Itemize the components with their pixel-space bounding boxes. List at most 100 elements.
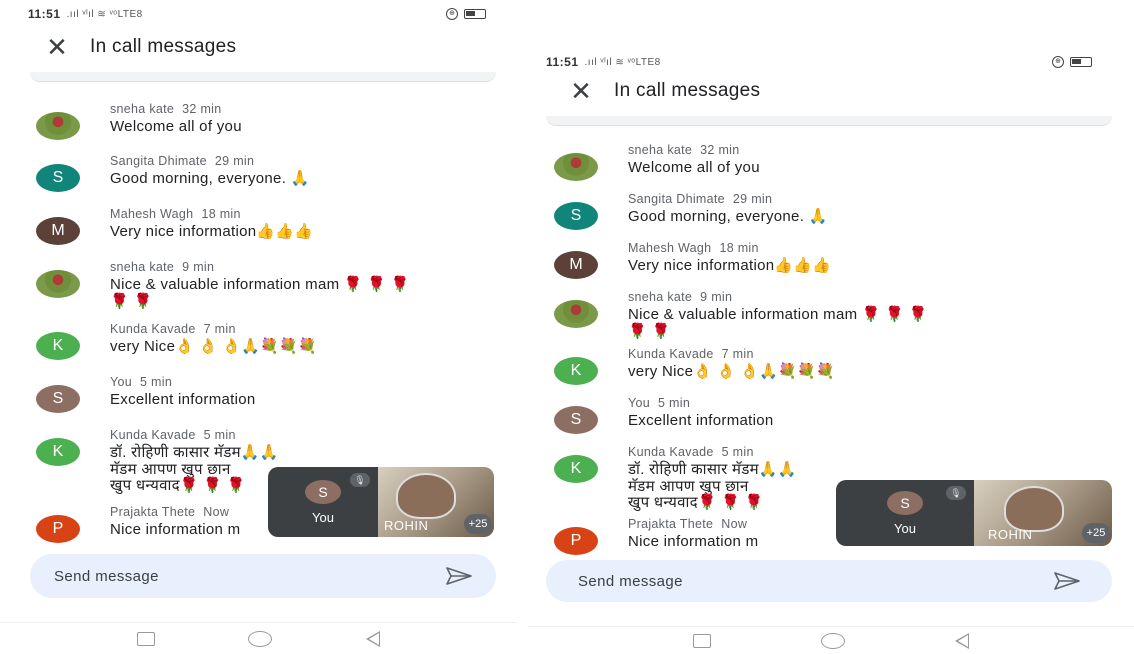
message-meta: Kunda Kavade 7 min xyxy=(110,322,317,336)
status-icons: ⊕ xyxy=(446,8,486,20)
pip-tiles[interactable]: 🎙 S You ROHIN +25 xyxy=(268,467,494,537)
avatar xyxy=(554,300,598,328)
sender-name: sneha kate xyxy=(110,102,175,116)
pip-self-label: You xyxy=(894,520,916,536)
left-screenshot: 11:51 .ııl ᵛˡıl ≋ ᵛᵒLTE8 ⊕ ✕ In call mes… xyxy=(0,0,517,654)
back-icon[interactable] xyxy=(955,632,969,649)
message-time: 9 min xyxy=(182,260,215,274)
message-meta: Sangita Dhimate 29 min xyxy=(628,192,828,206)
list-item: S You 5 min Excellent information xyxy=(36,375,256,413)
message-input[interactable] xyxy=(578,572,1054,590)
list-item: sneha kate 32 min Welcome all of you xyxy=(36,102,242,140)
list-item: S Sangita Dhimate 29 min Good morning, ever… xyxy=(36,154,310,192)
home-icon[interactable] xyxy=(248,630,273,647)
list-item: K Kunda Kavade 5 min डॉ. रोहिणी कासार मॅडम🙏… xyxy=(554,445,797,512)
right-screenshot: 11:51 .ııl ᵛˡıl ≋ ᵛᵒLTE8 ⊕ ✕ In call mes… xyxy=(528,30,1134,654)
message-text: Nice & valuable information mam 🌹 🌹 🌹 🌹 … xyxy=(110,276,410,310)
message-body: Prajakta Thete Now Nice information m xyxy=(628,517,758,551)
send-icon[interactable] xyxy=(1054,572,1080,590)
home-icon[interactable] xyxy=(821,632,845,649)
message-meta: Kunda Kavade 5 min xyxy=(110,428,279,442)
avatar xyxy=(36,270,80,298)
message-text: डॉ. रोहिणी कासार मॅडम🙏🙏 मॅडम आपण खुप छान… xyxy=(628,461,797,511)
sender-name: Mahesh Wagh xyxy=(110,207,194,221)
participant-count-badge[interactable]: +25 xyxy=(1082,523,1110,543)
message-body: Sangita Dhimate 29 min Good morning, every… xyxy=(628,192,828,226)
message-meta: Sangita Dhimate 29 min xyxy=(110,154,310,168)
avatar: S xyxy=(554,406,598,434)
avatar: M xyxy=(36,217,80,245)
list-item: S Sangita Dhimate 29 min Good morning, ever… xyxy=(554,192,828,230)
avatar: K xyxy=(36,332,80,360)
list-item: sneha kate 32 min Welcome all of you xyxy=(554,143,760,181)
message-time: 9 min xyxy=(700,290,733,304)
message-text: Nice information m xyxy=(628,533,759,550)
participant-name: ROHIN xyxy=(384,518,429,533)
message-time: 5 min xyxy=(721,445,754,459)
sender-name: Sangita Dhimate xyxy=(628,192,725,206)
close-icon[interactable]: ✕ xyxy=(566,78,596,104)
message-body: sneha kate 9 min Nice & valuable informati… xyxy=(628,290,928,340)
participant-count-badge[interactable]: +25 xyxy=(464,514,492,534)
back-icon[interactable] xyxy=(366,630,381,647)
sender-name: You xyxy=(628,396,650,410)
list-item: K Kunda Kavade 5 min डॉ. रोहिणी कासार मॅडम🙏… xyxy=(36,428,279,495)
message-time: Now xyxy=(721,517,748,531)
pip-camera-tile[interactable]: ROHIN +25 xyxy=(974,480,1112,546)
list-item: K Kunda Kavade 7 min very Nice👌 👌 👌🙏💐💐💐 xyxy=(554,347,835,385)
system-nav-bar xyxy=(528,626,1134,654)
message-text: Nice information m xyxy=(110,521,241,538)
message-text: Good morning, everyone. 🙏 xyxy=(628,208,828,225)
message-meta: Prajakta Thete Now xyxy=(110,505,240,519)
pip-self-tile[interactable]: 🎙 S You xyxy=(836,480,974,546)
message-time: 32 min xyxy=(182,102,222,116)
list-item: S You 5 min Excellent information xyxy=(554,396,774,434)
message-meta: sneha kate 32 min xyxy=(628,143,760,157)
avatar: M xyxy=(554,251,598,279)
sender-name: Mahesh Wagh xyxy=(628,241,712,255)
page-title: In call messages xyxy=(614,80,761,101)
pip-self-tile[interactable]: 🎙 S You xyxy=(268,467,378,537)
page-title: In call messages xyxy=(90,36,237,57)
message-time: 7 min xyxy=(203,322,236,336)
avatar xyxy=(554,153,598,181)
message-text: डॉ. रोहिणी कासार मॅडम🙏🙏 मॅडम आपण खुप छान… xyxy=(110,444,279,494)
send-icon[interactable] xyxy=(446,567,472,585)
status-icons: ⊕ xyxy=(1052,56,1092,68)
message-text: Good morning, everyone. 🙏 xyxy=(110,170,310,187)
sender-name: Kunda Kavade xyxy=(628,445,714,459)
sender-name: Kunda Kavade xyxy=(110,428,196,442)
alarm-icon: ⊕ xyxy=(446,8,458,20)
message-meta: Mahesh Wagh 18 min xyxy=(628,241,831,255)
message-time: 5 min xyxy=(140,375,173,389)
recents-icon[interactable] xyxy=(136,631,155,646)
message-body: You 5 min Excellent information xyxy=(110,375,256,409)
sender-name: sneha kate xyxy=(110,260,175,274)
recents-icon[interactable] xyxy=(693,633,711,648)
sender-name: sneha kate xyxy=(628,290,693,304)
list-item: M Mahesh Wagh 18 min Very nice information👍… xyxy=(36,207,313,245)
list-item: P Prajakta Thete Now Nice information m xyxy=(554,517,758,555)
message-time: 7 min xyxy=(721,347,754,361)
message-text: Excellent information xyxy=(110,391,256,408)
close-icon[interactable]: ✕ xyxy=(42,34,72,60)
message-input[interactable] xyxy=(54,567,446,585)
avatar: S xyxy=(887,490,923,515)
avatar: P xyxy=(554,527,598,555)
message-body: Kunda Kavade 7 min very Nice👌 👌 👌🙏💐💐💐 xyxy=(628,347,835,381)
list-item: sneha kate 9 min Nice & valuable informati… xyxy=(36,260,410,310)
list-item: P Prajakta Thete Now Nice information m xyxy=(36,505,240,543)
message-body: Sangita Dhimate 29 min Good morning, every… xyxy=(110,154,310,188)
message-meta: sneha kate 32 min xyxy=(110,102,242,116)
status-bar: 11:51 .ııl ᵛˡıl ≋ ᵛᵒLTE8 xyxy=(546,55,661,69)
message-meta: Prajakta Thete Now xyxy=(628,517,758,531)
sender-name: You xyxy=(110,375,132,389)
message-time: 5 min xyxy=(203,428,236,442)
message-body: Mahesh Wagh 18 min Very nice information👍👍… xyxy=(628,241,831,275)
pip-camera-tile[interactable]: ROHIN +25 xyxy=(378,467,494,537)
message-text: Very nice information👍👍👍 xyxy=(628,257,832,274)
message-body: Kunda Kavade 5 min डॉ. रोहिणी कासार मॅडम🙏🙏… xyxy=(110,428,279,495)
compose-bar xyxy=(546,560,1112,602)
message-time: Now xyxy=(203,505,230,519)
pip-tiles[interactable]: 🎙 S You ROHIN +25 xyxy=(836,480,1112,546)
